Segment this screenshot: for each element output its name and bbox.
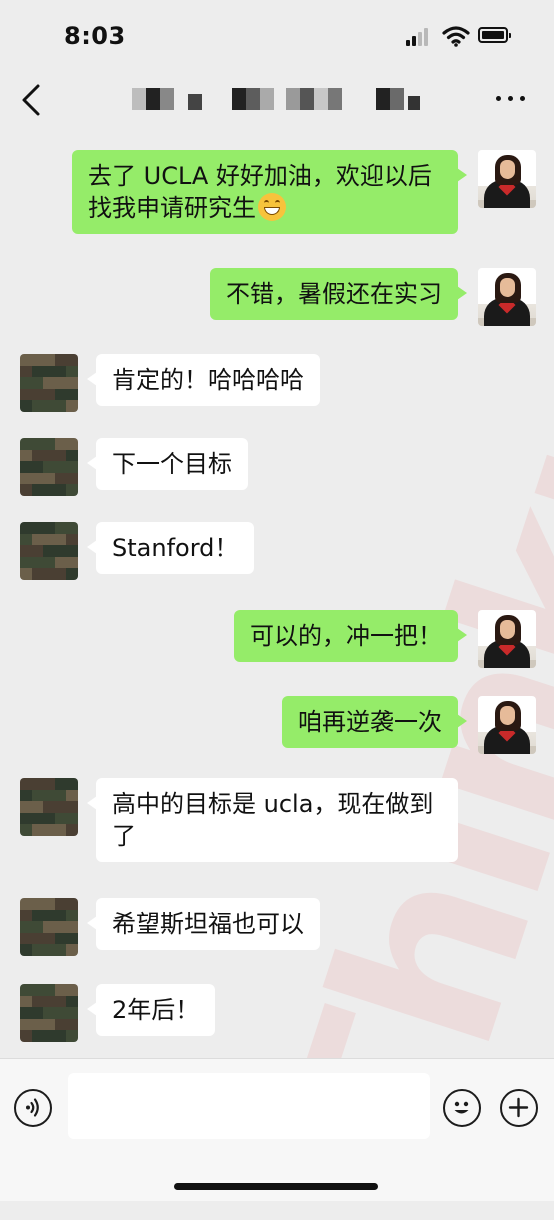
voice-input-button[interactable] bbox=[14, 1089, 52, 1127]
voice-wave-icon bbox=[26, 1098, 39, 1117]
message-bubble-outgoing[interactable]: 可以的，冲一把！ bbox=[234, 610, 467, 662]
message-bubble-incoming[interactable]: 下一个目标 bbox=[87, 438, 248, 490]
contact-avatar[interactable] bbox=[20, 898, 78, 956]
message-bubble-outgoing[interactable]: 不错，暑假还在实习 bbox=[210, 268, 467, 320]
message-bubble-incoming[interactable]: 希望斯坦福也可以 bbox=[87, 898, 320, 950]
my-avatar[interactable] bbox=[478, 268, 536, 326]
wifi-icon bbox=[442, 26, 470, 47]
my-avatar[interactable] bbox=[478, 696, 536, 754]
my-avatar[interactable] bbox=[478, 610, 536, 668]
message-bubble-incoming[interactable]: 肯定的！哈哈哈哈 bbox=[87, 354, 320, 406]
message-input[interactable] bbox=[68, 1073, 430, 1139]
back-arrow-icon[interactable] bbox=[18, 82, 46, 118]
emoji-picker-button[interactable] bbox=[443, 1089, 481, 1127]
contact-avatar[interactable] bbox=[20, 984, 78, 1042]
contact-avatar[interactable] bbox=[20, 354, 78, 412]
message-bubble-incoming[interactable]: 高中的目标是 ucla，现在做到了 bbox=[87, 778, 458, 862]
my-avatar[interactable] bbox=[478, 150, 536, 208]
plus-icon bbox=[508, 1097, 529, 1118]
message-bubble-outgoing[interactable]: 咱再逆袭一次 bbox=[282, 696, 467, 748]
cellular-signal-icon bbox=[406, 28, 432, 46]
battery-icon bbox=[478, 27, 511, 43]
status-time: 8:03 bbox=[64, 22, 126, 50]
contact-avatar[interactable] bbox=[20, 778, 78, 836]
message-composer bbox=[0, 1058, 554, 1201]
chat-header bbox=[0, 70, 554, 130]
message-bubble-incoming[interactable]: 2年后！ bbox=[86, 984, 216, 1036]
contact-name-redacted bbox=[132, 88, 424, 110]
grinning-face-icon bbox=[258, 193, 286, 221]
more-actions-button[interactable] bbox=[500, 1089, 538, 1127]
contact-avatar[interactable] bbox=[20, 522, 78, 580]
smiley-icon bbox=[454, 1101, 469, 1114]
home-indicator bbox=[174, 1183, 378, 1190]
message-bubble-outgoing[interactable]: 去了 UCLA 好好加油，欢迎以后找我申请研究生 bbox=[72, 150, 467, 234]
chat-message-list[interactable]: 去了 UCLA 好好加油，欢迎以后找我申请研究生 不错，暑假还在实习 肯定的！哈… bbox=[0, 130, 554, 1058]
more-options-icon[interactable] bbox=[494, 90, 528, 106]
message-bubble-incoming[interactable]: Stanford！ bbox=[86, 522, 255, 574]
status-bar: 8:03 bbox=[0, 0, 554, 70]
contact-avatar[interactable] bbox=[20, 438, 78, 496]
